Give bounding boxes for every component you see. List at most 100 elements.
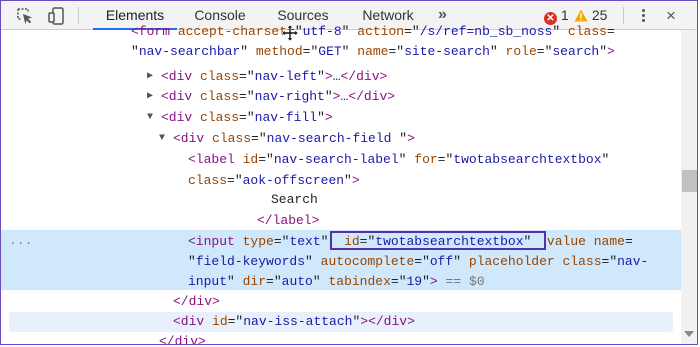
devtools-window: Elements Console Sources Network » ✕ 1 2… [0,0,698,345]
code-token: " [453,254,469,269]
code-token: " [601,152,610,167]
code-token: search [552,44,600,59]
dom-node-line[interactable]: </label> [257,211,319,231]
code-token: =" [239,89,255,104]
code-token: class [212,131,252,146]
scroll-down-arrow-icon[interactable] [684,331,694,337]
dom-node-line[interactable]: class="aok-offscreen"> [188,171,360,191]
dom-node-line[interactable]: </div> [159,332,206,345]
code-token: id [242,152,259,167]
code-token: " [341,44,358,59]
code-token: </div> [159,334,206,345]
code-token: </label> [257,213,320,228]
code-token: autocomplete [320,254,415,269]
code-token: action [357,24,405,39]
dom-node-line[interactable]: <div id="nav-iss-attach"></div> [173,312,415,332]
code-token: =" [601,254,618,269]
close-icon[interactable]: × [666,1,676,30]
code-token: class [567,24,607,39]
code-token: " [240,44,256,59]
code-token: nav- [617,254,649,269]
dom-node-line[interactable]: ▼ <div class="nav-fill"> [147,108,333,128]
code-token: nav-search-label [273,152,399,167]
code-token: " [188,254,196,269]
code-token: nav-left [254,69,318,84]
code-token: =" [359,234,376,249]
dom-node-line[interactable]: "nav-searchbar" method="GET" name="site-… [131,42,615,62]
code-token: " [552,24,568,39]
code-token: nav-right [254,89,325,104]
code-token: " [344,173,352,188]
code-token: </div> [340,69,388,84]
dom-node-line[interactable]: input" dir="auto" tabindex="19"> == $0 [188,272,485,292]
expand-down-icon[interactable]: ▼ [147,108,159,128]
code-token: name [357,44,389,59]
dom-node-line[interactable]: </div> [173,292,220,312]
code-token: > [360,314,369,329]
code-token: utf-8 [302,24,342,39]
code-token: </div> [348,89,396,104]
code-token: " [305,254,321,269]
code-token: nav-iss-attach [243,314,353,329]
code-token: <div [161,89,201,104]
dom-node-line[interactable]: <form accept-charset="utf-8" action="/s/… [131,22,615,42]
code-token: placeholder class [468,254,602,269]
code-token: nav-fill [254,110,318,125]
code-token: aok-offscreen [242,173,345,188]
kebab-menu-icon[interactable] [637,7,649,25]
code-token: <div [161,69,201,84]
dom-node-line[interactable]: ▶ <div class="nav-left">…</div> [147,67,388,87]
code-token: class [200,89,240,104]
dom-node-line[interactable]: ▶ <div class="nav-right">…</div> [147,87,396,107]
code-token: nav-searchbar [138,44,241,59]
code-token: <input [188,234,243,249]
code-token: class [188,173,228,188]
code-token: > [351,173,360,188]
code-token: =" [258,152,274,167]
select-element-icon[interactable] [15,6,35,26]
code-token: text [289,234,321,249]
code-token: =" [227,314,244,329]
toolbar-divider [623,7,624,24]
error-count: 1 [560,7,569,23]
code-token: > [607,44,615,59]
code-token: id [212,314,228,329]
code-token: 19 [406,274,423,289]
code-token: =" [390,274,407,289]
dom-node-line[interactable]: ▼ <div class="nav-search-field "> [159,129,415,149]
device-toolbar-icon[interactable] [47,6,67,26]
code-token: " [317,110,325,125]
expand-right-icon[interactable]: ▶ [147,67,159,87]
code-token: =" [536,44,553,59]
code-token: " [324,89,333,104]
code-token: " [422,274,430,289]
scrollbar-thumb[interactable] [682,170,697,192]
dom-node-line[interactable]: <input type="text" id="twotabsearchtextb… [188,232,633,252]
dom-node-line[interactable]: Search [271,190,318,210]
expand-right-icon[interactable]: ▶ [147,87,159,107]
code-token: value name [546,234,625,249]
code-token: twotabsearchtextbox [453,152,602,167]
code-token: /s/ref=nb_sb_noss [419,24,553,39]
elements-tree: ... <form accept-charset="utf-8" action=… [1,24,681,345]
code-token: == $0 [437,274,485,289]
code-token: dir [242,274,267,289]
expand-down-icon[interactable]: ▼ [159,129,171,149]
code-token: =" [437,152,454,167]
selected-node-marker[interactable]: ... [9,231,32,251]
code-token: <div [173,131,213,146]
dom-node-line[interactable]: "field-keywords" autocomplete="off" plac… [188,252,648,272]
code-token: =" [414,254,430,269]
code-token: tabindex [328,274,391,289]
code-token: =" [251,131,267,146]
code-token: </div> [368,314,415,329]
dom-node-line[interactable]: <label id="nav-search-label" for="twotab… [188,150,609,170]
code-token: = [606,24,615,39]
code-token: =" [239,110,255,125]
code-token: auto [281,274,313,289]
code-token: … [332,69,341,84]
code-token: role [505,44,537,59]
code-token: GET [318,44,342,59]
code-token: <div [173,314,213,329]
code-token: input [188,274,228,289]
